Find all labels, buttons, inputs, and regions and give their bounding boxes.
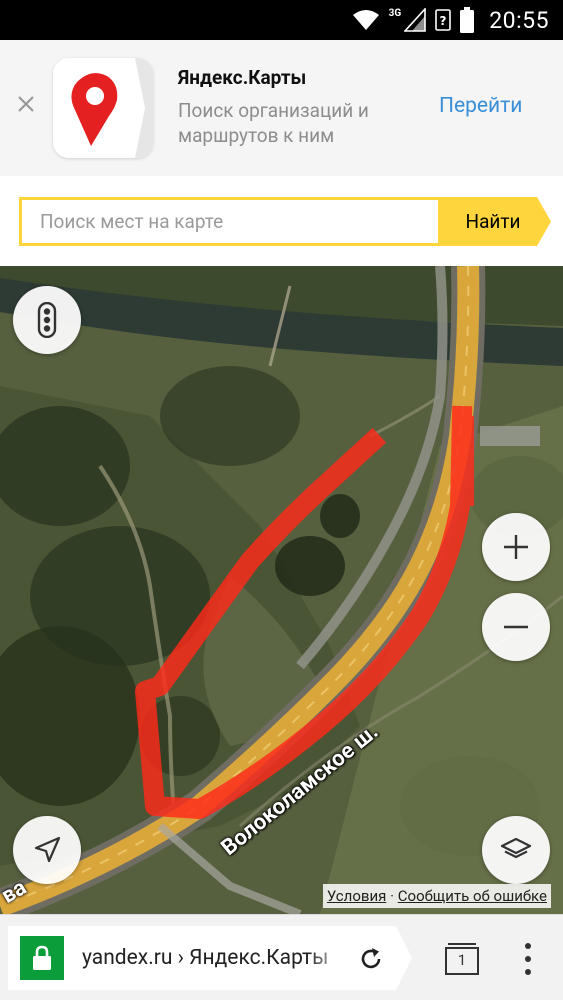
traffic-icon (37, 302, 57, 338)
zoom-out-icon (504, 625, 528, 629)
app-title: Яндекс.Карты (178, 66, 307, 89)
layers-icon (500, 837, 532, 859)
app-install-banner: Яндекс.Карты Поиск организаций и маршрут… (0, 40, 563, 176)
overflow-menu-icon[interactable] (520, 943, 536, 975)
zoom-in-button[interactable] (482, 513, 550, 581)
attribution-separator: · (390, 887, 395, 905)
svg-text:?: ? (440, 14, 447, 28)
network-type: 3G (388, 7, 402, 19)
traffic-button[interactable] (13, 286, 81, 354)
url-fade (308, 928, 348, 988)
sim-unknown-icon: ? (435, 9, 452, 31)
tab-switcher-button[interactable]: 1 (445, 943, 479, 975)
search-bar: Найти (0, 176, 563, 266)
search-input[interactable] (22, 200, 438, 243)
close-icon[interactable] (14, 92, 38, 116)
app-description: Поиск организаций и маршрутов к ним (178, 99, 369, 147)
search-box (19, 197, 441, 246)
zoom-in-icon (504, 535, 528, 559)
yandex-maps-pin-icon[interactable] (53, 58, 153, 158)
tab-count: 1 (445, 947, 479, 975)
my-location-button[interactable] (13, 816, 81, 884)
map-view[interactable]: Волоколамское ш. ва Условия · Сообщить о… (0, 266, 563, 914)
terms-link[interactable]: Условия (327, 887, 387, 905)
search-button-label: Найти (465, 210, 521, 233)
reload-icon[interactable] (358, 946, 384, 972)
signal-icon (404, 8, 427, 32)
map-attribution: Условия · Сообщить об ошибке (322, 884, 551, 908)
browser-toolbar: yandex.ru › Яндекс.Карты 1 (0, 914, 563, 1000)
address-bar[interactable]: yandex.ru › Яндекс.Карты (8, 926, 412, 990)
open-app-link[interactable]: Перейти (439, 94, 522, 118)
search-button[interactable]: Найти (441, 197, 551, 246)
status-bar: 3G ? 20:55 (0, 0, 563, 40)
layers-button[interactable] (482, 816, 550, 884)
clock: 20:55 (489, 6, 549, 34)
url-text: yandex.ru › Яндекс.Карты (82, 946, 329, 970)
report-error-link[interactable]: Сообщить об ошибке (398, 887, 547, 905)
wifi-icon (352, 10, 379, 30)
my-location-icon (34, 836, 61, 863)
lock-icon (20, 936, 64, 980)
zoom-out-button[interactable] (482, 593, 550, 661)
battery-icon (460, 7, 475, 33)
